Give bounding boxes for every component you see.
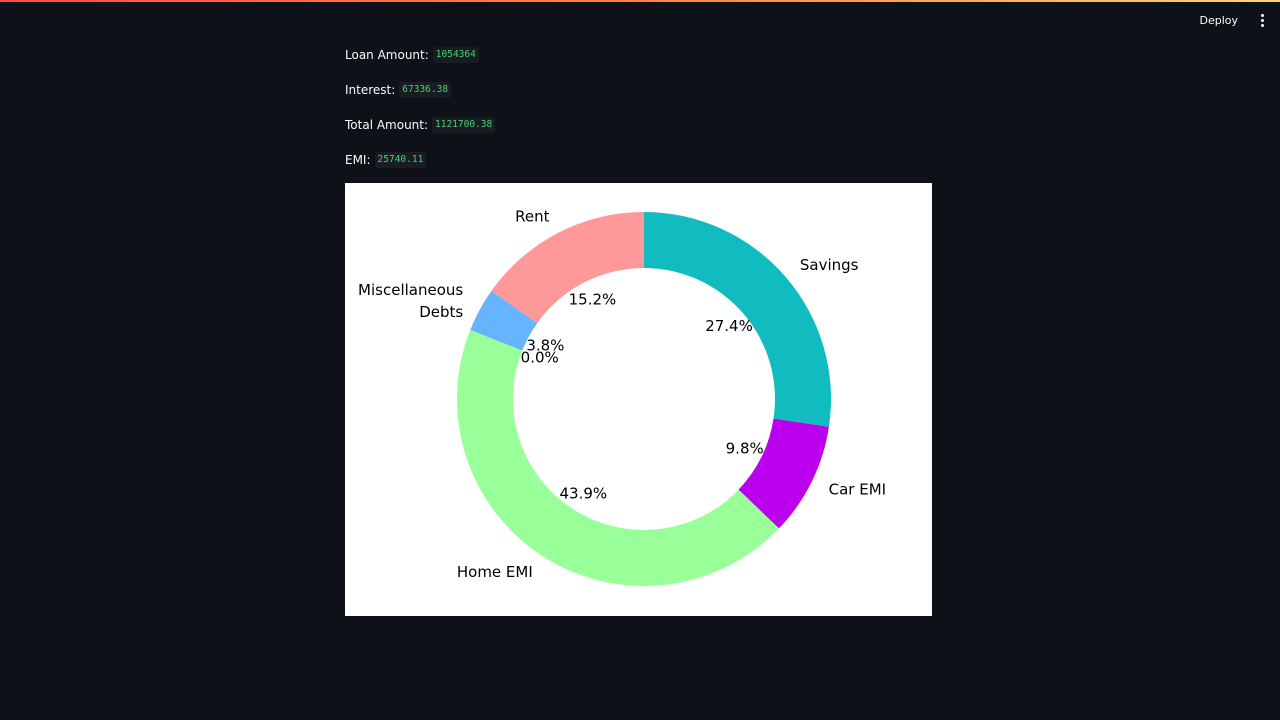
metric-total-amount: Total Amount: 1121700.38 [345,114,935,149]
slice-percent-label: 43.9% [560,484,608,502]
main-content: Loan Amount: 1054364 Interest: 67336.38 … [345,44,935,184]
expense-donut-chart: Rent 15.2% Miscellaneous Debts 3.8% 0.0% Home … [345,183,932,616]
metric-value: 1121700.38 [432,117,496,133]
metric-loan-amount: Loan Amount: 1054364 [345,44,935,79]
slice-percent-label: 27.4% [705,317,753,335]
slice-label: Home EMI [457,563,533,581]
slice-label: Savings [800,256,859,274]
donut-chart-svg: Rent15.2%Miscellaneous Debts3.8%0.0%Home … [358,207,886,586]
metric-value: 1054364 [432,47,479,63]
metric-label: Loan Amount: [345,48,429,62]
metric-value: 67336.38 [399,82,452,98]
metric-label: Interest: [345,83,396,97]
slice-label: Miscellaneous Debts [358,281,463,321]
metric-value: 25740.11 [374,152,427,168]
slice-percent-label: 9.8% [726,439,764,457]
app-header: Deploy [1191,0,1280,40]
top-decoration-bar [0,0,1280,2]
vertical-dots-icon[interactable] [1254,10,1270,30]
metric-label: Total Amount: [345,118,429,132]
slice-percent-label: 0.0% [521,349,559,367]
metric-emi: EMI: 25740.11 [345,149,935,184]
metric-interest: Interest: 67336.38 [345,79,935,114]
donut-slice [457,329,780,586]
slice-label: Car EMI [829,481,886,499]
metric-label: EMI: [345,153,371,167]
slice-label: Rent [515,207,549,225]
slice-percent-label: 15.2% [569,290,617,308]
deploy-button[interactable]: Deploy [1191,10,1246,31]
